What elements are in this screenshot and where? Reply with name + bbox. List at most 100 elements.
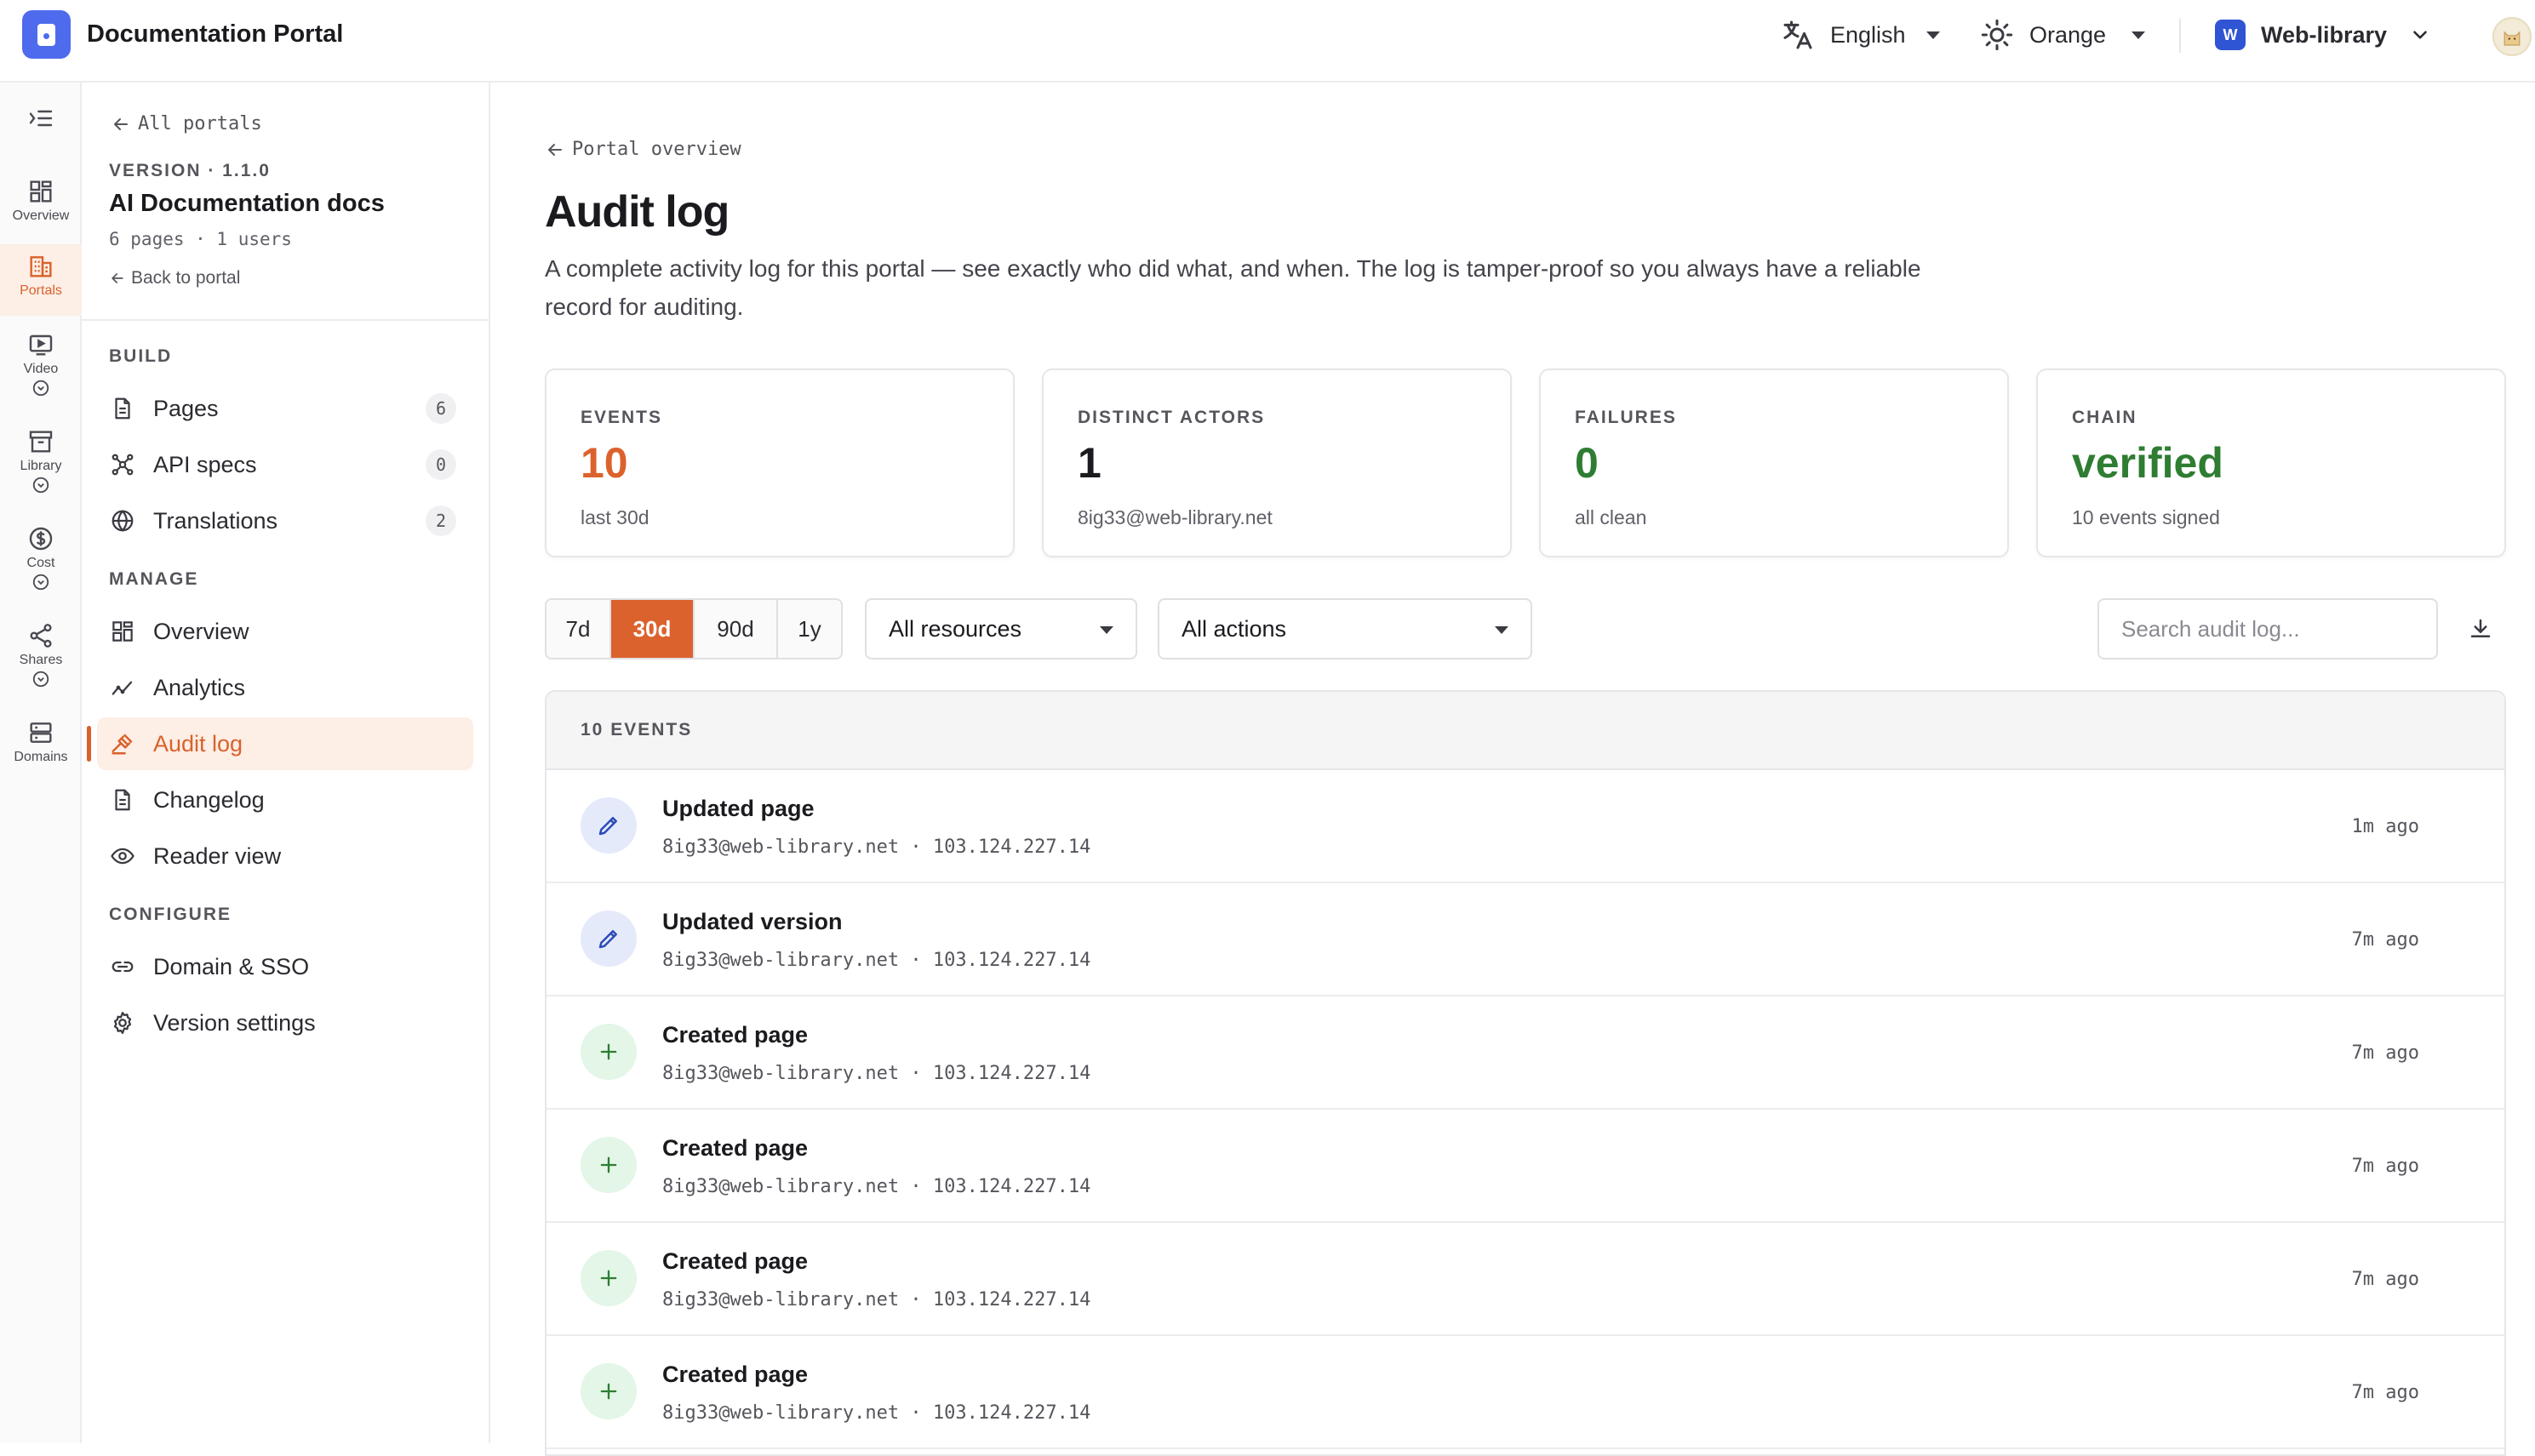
expand-circle-icon[interactable] [31, 476, 50, 494]
rail-item-domains[interactable]: Domains [0, 719, 82, 765]
stat-card-events: EVENTS 10 last 30d [545, 368, 1015, 557]
sidebar-item-reader-view[interactable]: Reader view [97, 830, 473, 882]
event-time: 7m ago [2351, 1156, 2419, 1177]
all-portals-link[interactable]: All portals [111, 113, 262, 134]
sidebar-item-audit-log[interactable]: Audit log [87, 717, 473, 770]
section-heading-build: BUILD [109, 346, 173, 366]
table-row[interactable]: Created page 8ig33@web-library.net · 103… [546, 1110, 2504, 1223]
log-header: 10 EVENTS [546, 692, 2504, 770]
sidebar-item-analytics[interactable]: Analytics [97, 661, 473, 714]
event-actor: 8ig33@web-library.net [662, 950, 900, 971]
portal-sidebar: All portals VERSION · 1.1.0 AI Documenta… [82, 83, 490, 1443]
action-filter-select[interactable]: All actions [1158, 598, 1532, 659]
top-bar: Documentation Portal English Orange W We… [0, 0, 2535, 83]
download-icon [2470, 619, 2491, 637]
expand-circle-icon[interactable] [31, 670, 50, 688]
grid-icon [107, 616, 138, 647]
stat-card-distinct-actors: DISTINCT ACTORS 1 8ig33@web-library.net [1042, 368, 1512, 557]
sidebar-item-api-specs[interactable]: API specs 0 [97, 438, 473, 491]
sidebar-item-domain-sso[interactable]: Domain & SSO [97, 940, 473, 993]
pencil-icon [581, 911, 637, 967]
download-button[interactable] [2463, 612, 2498, 646]
caret-down-icon [1495, 626, 1508, 634]
indent-icon [29, 110, 53, 127]
nav-label: Translations [153, 507, 278, 534]
event-meta: 8ig33@web-library.net · 103.124.227.14 [662, 1402, 1091, 1424]
app-logo-icon[interactable] [22, 10, 71, 59]
event-actor: 8ig33@web-library.net [662, 1176, 900, 1197]
all-portals-label: All portals [138, 113, 262, 134]
workspace-badge: W [2215, 20, 2246, 50]
rail-item-library[interactable]: Library [0, 428, 82, 494]
caret-down-icon [2132, 31, 2146, 39]
breadcrumb[interactable]: Portal overview [545, 139, 741, 160]
theme-selector[interactable]: Orange [1980, 17, 2146, 53]
rail-item-shares[interactable]: Shares [0, 622, 82, 688]
event-ip: 103.124.227.14 [932, 1289, 1091, 1310]
event-title: Created page [662, 1135, 809, 1161]
resource-filter-select[interactable]: All resources [865, 598, 1137, 659]
event-ip: 103.124.227.14 [932, 950, 1091, 971]
event-time: 7m ago [2351, 929, 2419, 951]
range-30d-button[interactable]: 30d [611, 600, 695, 658]
collapse-sidebar-button[interactable] [0, 105, 82, 132]
expand-circle-icon[interactable] [31, 379, 50, 397]
rail-item-overview[interactable]: Overview [0, 178, 82, 224]
translate-icon [1781, 18, 1815, 52]
search-input[interactable] [2097, 598, 2438, 659]
nav-label: Changelog [153, 786, 265, 813]
stat-key: FAILURES [1575, 408, 1677, 427]
user-avatar[interactable] [2492, 17, 2532, 56]
workspace-label: Web-library [2261, 21, 2388, 48]
count-badge: 6 [426, 393, 456, 424]
event-actor: 8ig33@web-library.net [662, 836, 900, 858]
nav-label: Reader view [153, 842, 282, 869]
rail-item-video[interactable]: Video [0, 331, 82, 397]
rail-item-portals[interactable]: Portals [0, 244, 82, 316]
expand-circle-icon[interactable] [31, 573, 50, 591]
rail-label: Library [20, 459, 62, 473]
event-meta: 8ig33@web-library.net · 103.124.227.14 [662, 1176, 1091, 1197]
event-ip: 103.124.227.14 [932, 1063, 1091, 1084]
sidebar-item-pages[interactable]: Pages 6 [97, 382, 473, 435]
eye-icon [107, 841, 138, 871]
sidebar-item-version-settings[interactable]: Version settings [97, 996, 473, 1049]
range-7d-button[interactable]: 7d [546, 600, 611, 658]
language-selector[interactable]: English [1781, 17, 1940, 53]
stat-sub: all clean [1575, 506, 1647, 528]
table-row[interactable]: Created page 8ig33@web-library.net · 103… [546, 1336, 2504, 1449]
table-row[interactable]: Created page 8ig33@web-library.net · 103… [546, 996, 2504, 1110]
table-row[interactable]: Updated page 8ig33@web-library.net · 103… [546, 770, 2504, 883]
sidebar-item-changelog[interactable]: Changelog [97, 774, 473, 826]
table-row[interactable]: Created page 8ig33@web-library.net · 103… [546, 1223, 2504, 1336]
nav-label: API specs [153, 451, 257, 477]
event-time: 1m ago [2351, 816, 2419, 837]
globe-icon [107, 505, 138, 536]
sidebar-item-translations[interactable]: Translations 2 [97, 494, 473, 547]
event-ip: 103.124.227.14 [932, 1402, 1091, 1424]
range-90d-button[interactable]: 90d [695, 600, 778, 658]
main-content: Portal overview Audit log A complete act… [492, 83, 2535, 1456]
event-title: Created page [662, 1022, 809, 1048]
event-title: Updated version [662, 909, 843, 934]
rail-item-cost[interactable]: Cost [0, 525, 82, 591]
caret-down-icon [1926, 31, 1940, 39]
event-time: 7m ago [2351, 1382, 2419, 1403]
grid-icon [30, 180, 52, 203]
sun-icon [1980, 18, 2014, 52]
language-label: English [1830, 21, 1906, 48]
sidebar-item-overview[interactable]: Overview [97, 605, 473, 658]
audit-log-list: 10 EVENTS Updated page 8ig33@web-library… [545, 690, 2506, 1456]
page-title: Audit log [545, 187, 730, 237]
event-ip: 103.124.227.14 [932, 1176, 1091, 1197]
workspace-selector[interactable]: W Web-library [2215, 17, 2431, 53]
back-to-portal-link[interactable]: Back to portal [109, 268, 240, 288]
event-ip: 103.124.227.14 [932, 836, 1091, 858]
breadcrumb-label: Portal overview [572, 139, 741, 160]
api-icon [107, 449, 138, 480]
section-heading-configure: CONFIGURE [109, 905, 232, 924]
rail-label: Domains [14, 750, 68, 764]
table-row[interactable]: Updated version 8ig33@web-library.net · … [546, 883, 2504, 996]
stat-value: verified [2072, 439, 2223, 487]
range-1y-button[interactable]: 1y [778, 600, 841, 658]
